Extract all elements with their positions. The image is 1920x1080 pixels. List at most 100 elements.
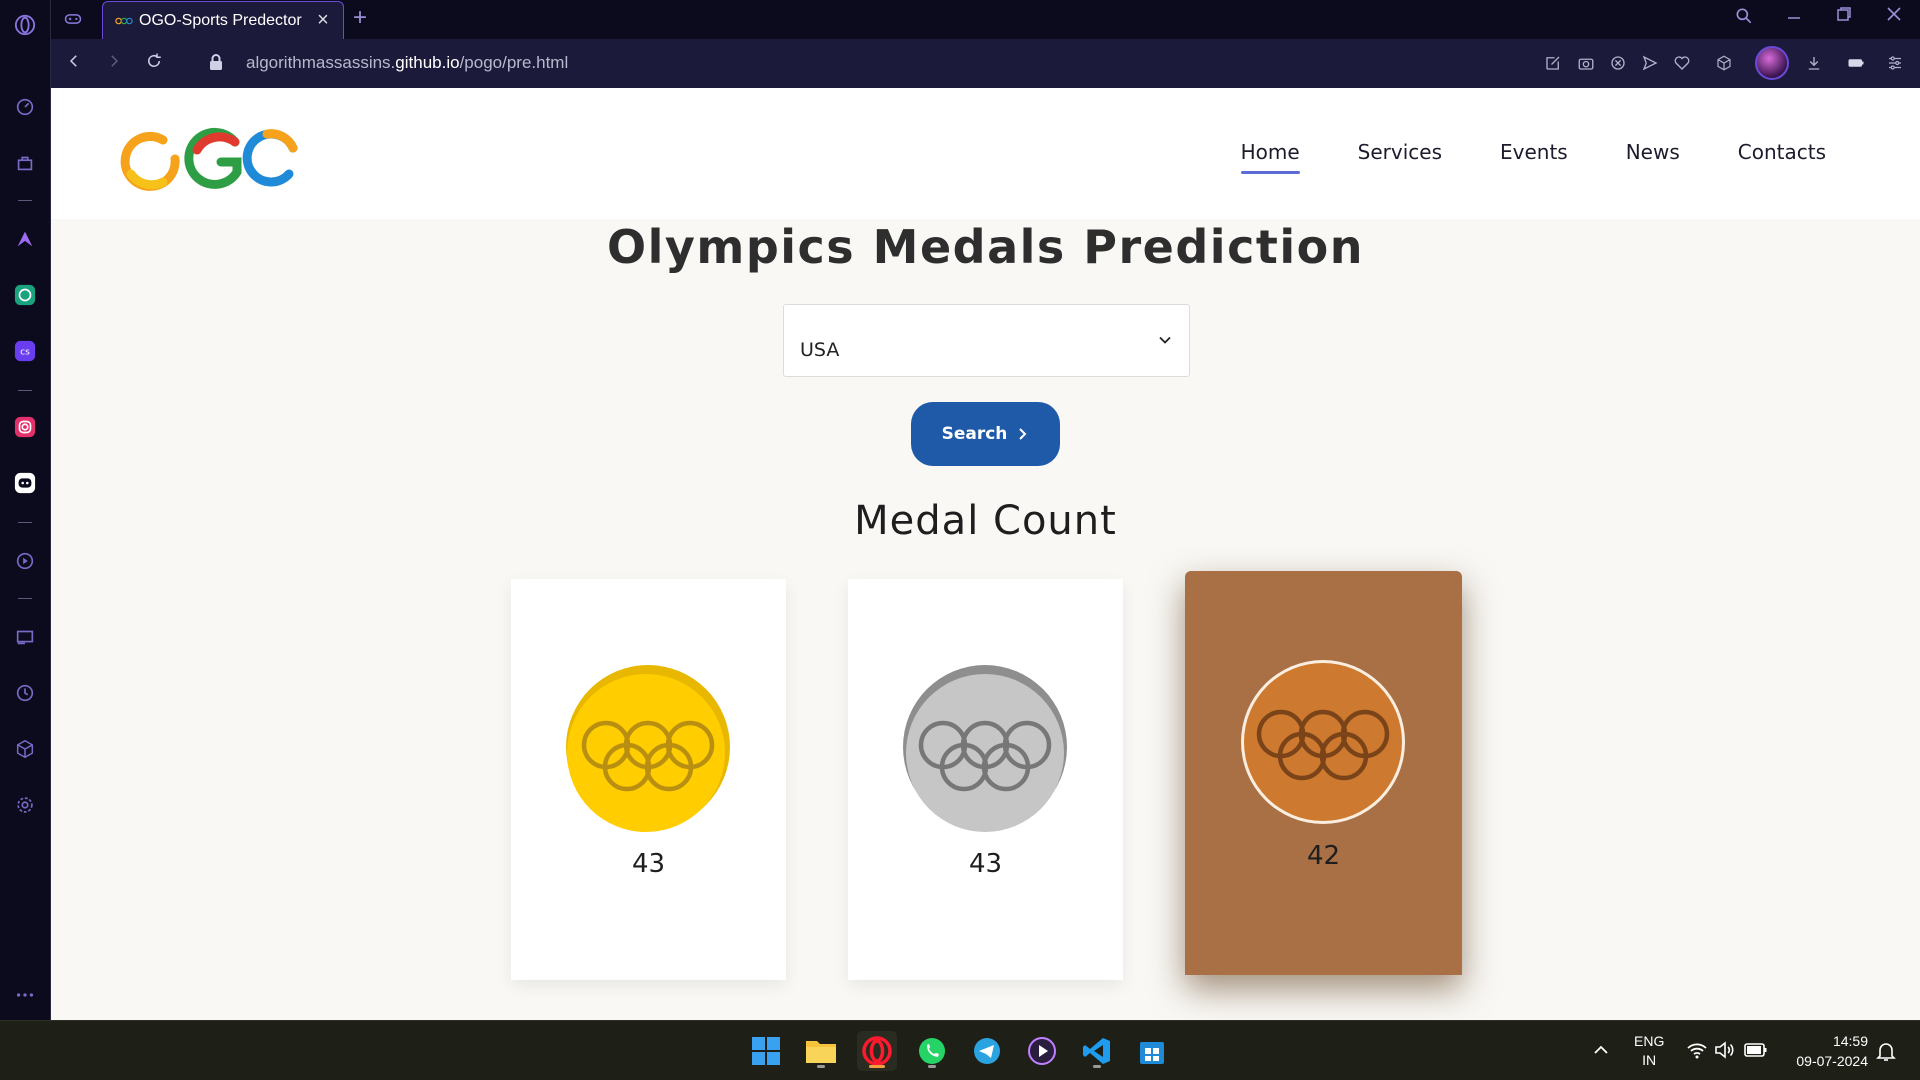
new-tab-icon[interactable]: +	[353, 5, 367, 31]
camera-icon[interactable]	[1575, 52, 1597, 74]
windows-start-icon[interactable]	[746, 1031, 786, 1071]
medal-count-heading: Medal Count	[854, 498, 1117, 544]
nav-link-services[interactable]: Services	[1358, 140, 1442, 164]
chatsonic-icon[interactable]: cs	[12, 338, 38, 364]
close-tab-icon[interactable]: ×	[313, 10, 333, 30]
close-window-icon[interactable]	[1879, 6, 1909, 32]
sidebar-divider	[18, 522, 32, 523]
forward-button[interactable]	[101, 51, 127, 77]
opera-taskbar-icon[interactable]	[857, 1031, 897, 1071]
speed-dial-icon[interactable]	[12, 94, 38, 120]
country-select-value: USA	[800, 339, 840, 361]
settings-gear-icon[interactable]	[12, 792, 38, 818]
nav-link-news[interactable]: News	[1626, 140, 1680, 164]
vscode-icon[interactable]	[1077, 1031, 1117, 1071]
site-header: Home Services Events News Contacts	[51, 88, 1920, 219]
main-nav: Home Services Events News Contacts	[1183, 140, 1826, 174]
nav-link-contacts[interactable]: Contacts	[1738, 140, 1826, 164]
url-domain: github.io	[395, 53, 460, 72]
battery-saver-icon[interactable]	[1845, 52, 1867, 74]
gold-medal-card: 43	[511, 579, 786, 980]
file-explorer-icon[interactable]	[801, 1031, 841, 1071]
profile-avatar[interactable]	[1755, 46, 1789, 80]
tab-active[interactable]: OGO-Sports Predector ×	[102, 1, 344, 39]
gold-medal-count: 43	[631, 849, 666, 879]
aria-ai-icon[interactable]	[12, 226, 38, 252]
bronze-medal-card: 42	[1185, 571, 1462, 975]
url-field[interactable]: algorithmassassins.github.io/pogo/pre.ht…	[246, 53, 568, 73]
gold-medal-icon	[566, 665, 730, 832]
ogo-logo[interactable]	[117, 126, 302, 197]
nav-link-home[interactable]: Home	[1240, 140, 1300, 174]
instagram-icon[interactable]	[12, 414, 38, 440]
sidebar-divider	[18, 390, 32, 391]
whatsapp-icon[interactable]	[912, 1031, 952, 1071]
media-player-icon[interactable]	[1022, 1031, 1062, 1071]
reload-button[interactable]	[141, 51, 167, 77]
search-tabs-icon[interactable]	[1729, 6, 1759, 32]
silver-medal-count: 43	[968, 849, 1003, 879]
ogo-logo-graphic	[120, 127, 298, 191]
silver-medal-icon	[903, 665, 1067, 832]
volume-icon[interactable]	[1714, 1040, 1736, 1065]
running-indicator	[1093, 1065, 1101, 1068]
silver-medal-card: 43	[848, 579, 1123, 980]
lock-icon[interactable]	[208, 53, 224, 76]
back-button[interactable]	[61, 51, 87, 77]
send-icon[interactable]	[1639, 52, 1661, 74]
player-icon[interactable]	[12, 548, 38, 574]
wifi-icon[interactable]	[1686, 1040, 1708, 1065]
sidebar-divider	[18, 200, 32, 201]
page-viewport: Home Services Events News Contacts Olymp…	[51, 88, 1920, 1020]
tab-title: OGO-Sports Predector	[139, 11, 302, 29]
heart-icon[interactable]	[1671, 52, 1693, 74]
url-prefix: algorithmassassins.	[246, 53, 396, 72]
notification-bell-icon[interactable]	[1876, 1040, 1896, 1067]
region-code: IN	[1642, 1052, 1657, 1068]
language-code: ENG	[1634, 1033, 1665, 1049]
store-icon[interactable]	[1132, 1031, 1172, 1071]
discord-icon[interactable]	[12, 470, 38, 496]
bronze-medal-count: 42	[1306, 841, 1341, 871]
minimize-icon[interactable]	[1779, 6, 1809, 32]
easy-setup-sliders-icon[interactable]	[1884, 52, 1906, 74]
adblock-icon[interactable]	[1607, 52, 1629, 74]
easy-setup-icon[interactable]	[1542, 52, 1564, 74]
browser-sidebar: cs	[0, 0, 51, 1020]
running-indicator	[928, 1065, 936, 1068]
svg-text:cs: cs	[20, 347, 30, 358]
clock-date: 09-07-2024	[1796, 1053, 1868, 1069]
site-favicon-icon	[115, 17, 133, 24]
search-button[interactable]: Search	[911, 402, 1060, 466]
search-button-label: Search	[941, 424, 1008, 444]
language-indicator[interactable]: ENG IN	[1634, 1032, 1664, 1070]
extensions-cube-icon[interactable]	[12, 736, 38, 762]
shopping-bag-icon[interactable]	[12, 150, 38, 176]
sidebar-divider	[18, 598, 32, 599]
download-icon[interactable]	[1803, 52, 1825, 74]
active-indicator	[869, 1065, 885, 1068]
restore-icon[interactable]	[1829, 6, 1859, 32]
tabs-icon[interactable]	[12, 624, 38, 650]
system-clock[interactable]: 14:59 09-07-2024	[1780, 1031, 1868, 1071]
country-select[interactable]: USA	[783, 304, 1190, 377]
extensions-icon[interactable]	[1713, 52, 1735, 74]
telegram-icon[interactable]	[967, 1031, 1007, 1071]
running-indicator	[817, 1065, 825, 1068]
chevron-right-icon	[1019, 428, 1027, 440]
clock-time: 14:59	[1832, 1033, 1868, 1049]
show-hidden-icons-icon[interactable]	[1592, 1041, 1610, 1064]
history-icon[interactable]	[12, 680, 38, 706]
nav-link-events[interactable]: Events	[1500, 140, 1568, 164]
tab-bar: OGO-Sports Predector × +	[51, 0, 1920, 39]
windows-taskbar: ENG IN 14:59 09-07-2024	[0, 1020, 1920, 1080]
bronze-medal-icon	[1241, 660, 1405, 824]
chevron-down-icon	[1159, 336, 1171, 344]
chatgpt-icon[interactable]	[12, 282, 38, 308]
gamepad-icon[interactable]	[63, 9, 83, 34]
address-bar: algorithmassassins.github.io/pogo/pre.ht…	[51, 39, 1920, 88]
more-options-icon[interactable]	[12, 982, 38, 1008]
battery-icon[interactable]	[1744, 1041, 1768, 1064]
opera-logo-icon[interactable]	[12, 12, 38, 38]
url-path: /pogo/pre.html	[459, 53, 569, 72]
